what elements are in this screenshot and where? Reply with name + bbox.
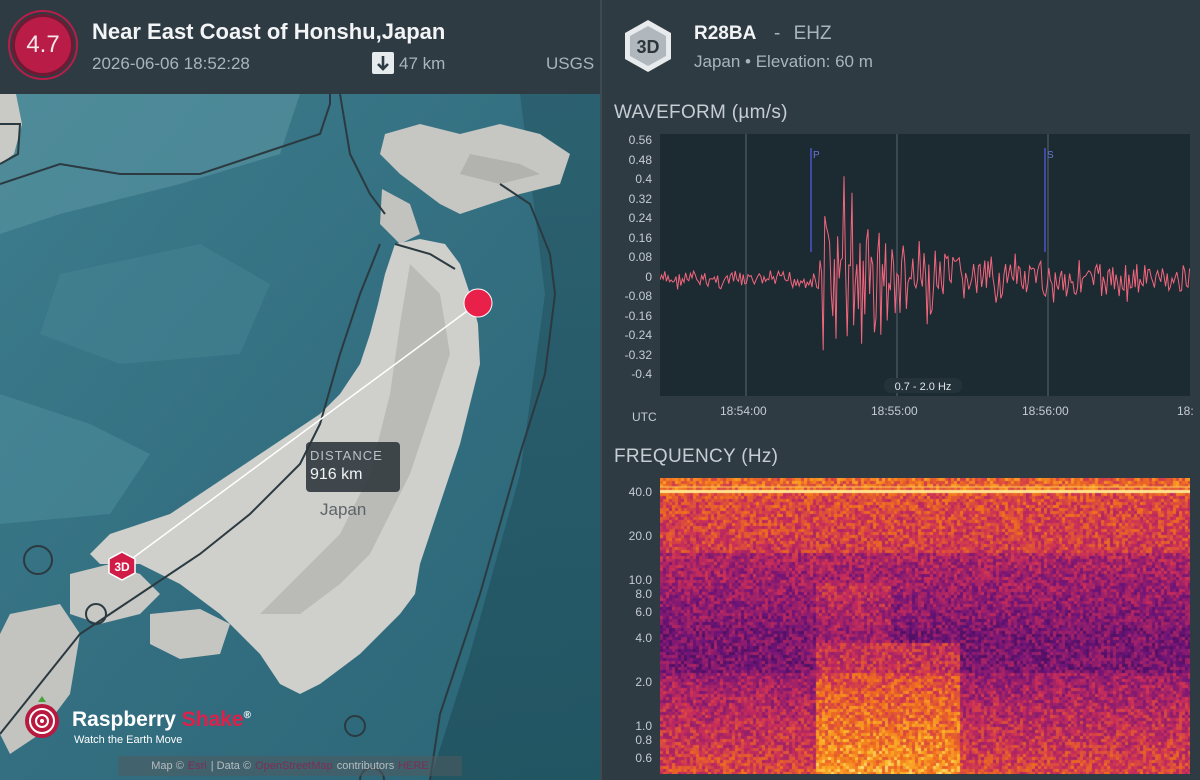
waveform-x-tick: 18:54:00 — [720, 404, 767, 418]
waveform-y-tick: -0.08 — [624, 289, 652, 303]
event-depth: 47 km — [399, 54, 446, 73]
brand-tagline: Watch the Earth Move — [74, 734, 183, 746]
spectrogram-y-tick: 4.0 — [635, 631, 652, 645]
credits-suffix: contributors — [336, 760, 395, 772]
event-datetime: 2026-06-06 18:52:28 — [92, 54, 250, 73]
waveform-svg: P S 0.7 - 2.0 Hz — [659, 134, 1191, 396]
distance-value: 916 km — [310, 466, 363, 483]
spectrogram-y-tick: 8.0 — [635, 587, 652, 601]
brand-registered-mark: ® — [243, 710, 251, 721]
station-badge-icon: 3D — [625, 20, 671, 72]
map-canvas[interactable]: 3D — [0, 93, 600, 780]
filter-label: 0.7 - 2.0 Hz — [895, 381, 952, 393]
credits-link-esri[interactable]: Esri — [188, 760, 207, 772]
event-title[interactable]: Near East Coast of Honshu,Japan — [92, 19, 445, 45]
spectrogram-plot[interactable] — [660, 478, 1190, 774]
waveform-trace — [659, 176, 1191, 351]
credits-link-here[interactable]: HERE — [398, 760, 429, 772]
waveform-y-tick: 0.4 — [635, 172, 652, 186]
waveform-y-tick: 0.56 — [628, 133, 652, 147]
spectrogram-y-tick: 0.6 — [635, 751, 652, 765]
distance-label: DISTANCE — [310, 448, 383, 463]
spectrogram-y-tick: 1.0 — [635, 719, 652, 733]
spectrogram-y-tick: 40.0 — [628, 485, 652, 499]
country-label: Japan — [320, 500, 367, 519]
utc-label: UTC — [632, 410, 657, 424]
waveform-x-tick: 18:55:00 — [871, 404, 918, 418]
spectrogram-y-tick: 20.0 — [628, 529, 652, 543]
station-marker-label: 3D — [114, 560, 130, 574]
magnitude-badge: 4.7 — [12, 14, 74, 76]
station-name[interactable]: R28BA — [694, 23, 756, 45]
credits-mid: | Data © — [210, 760, 252, 772]
s-arrival-label: S — [1047, 150, 1054, 161]
brand-name[interactable]: Raspberry Shake® — [72, 708, 251, 732]
station-separator: - — [774, 23, 781, 44]
waveform-y-tick: -0.4 — [631, 367, 652, 381]
waveform-y-tick: 0.16 — [628, 230, 652, 245]
p-arrival-label: P — [813, 150, 820, 161]
station-channel: - EHZ — [774, 23, 832, 45]
epicenter-marker[interactable] — [463, 288, 493, 318]
depth-arrow-icon — [372, 52, 394, 74]
station-badge-label: 3D — [636, 37, 659, 57]
spectrogram-y-tick: 10.0 — [628, 573, 652, 587]
map-view[interactable]: 3D — [0, 93, 600, 780]
credits-link-osm[interactable]: OpenStreetMap — [255, 760, 333, 772]
waveform-y-tick: 0.32 — [628, 191, 652, 206]
spectrogram-y-tick: 0.8 — [635, 733, 652, 747]
spectrogram-y-tick: 6.0 — [635, 605, 652, 619]
waveform-y-tick: 0.08 — [628, 250, 652, 264]
event-panel: 4.7 Near East Coast of Honshu,Japan 2026… — [0, 0, 600, 780]
frequency-title: FREQUENCY (Hz) — [614, 446, 779, 467]
waveform-plot[interactable]: P S 0.7 - 2.0 Hz — [659, 134, 1191, 396]
map-credits: Map © Esri | Data © OpenStreetMap contri… — [118, 756, 462, 776]
event-header: 4.7 Near East Coast of Honshu,Japan 2026… — [0, 0, 600, 94]
credits-prefix: Map © — [151, 760, 184, 772]
waveform-y-tick: -0.16 — [624, 308, 652, 323]
waveform-title: WAVEFORM (µm/s) — [614, 102, 788, 123]
station-location: Japan • Elevation: 60 m — [694, 52, 873, 71]
spectrogram-canvas — [660, 478, 1190, 774]
waveform-x-tick: 18: — [1177, 404, 1194, 418]
waveform-y-tick: 0 — [645, 269, 652, 284]
brand-name-primary: Raspberry — [72, 708, 176, 731]
waveform-x-tick: 18:56:00 — [1022, 404, 1069, 418]
spectrogram-y-tick: 2.0 — [635, 675, 652, 689]
waveform-y-tick: -0.32 — [624, 347, 652, 362]
waveform-y-tick: 0.24 — [628, 211, 652, 225]
brand-name-accent: Shake — [181, 708, 244, 731]
station-channel-code: EHZ — [793, 23, 832, 44]
waveform-y-tick: 0.48 — [628, 152, 652, 167]
waveform-y-tick: -0.24 — [624, 328, 652, 342]
event-source: USGS — [546, 54, 595, 73]
station-panel: 3D R28BA - EHZ Japan • Elevation: 60 m W… — [600, 0, 1200, 780]
